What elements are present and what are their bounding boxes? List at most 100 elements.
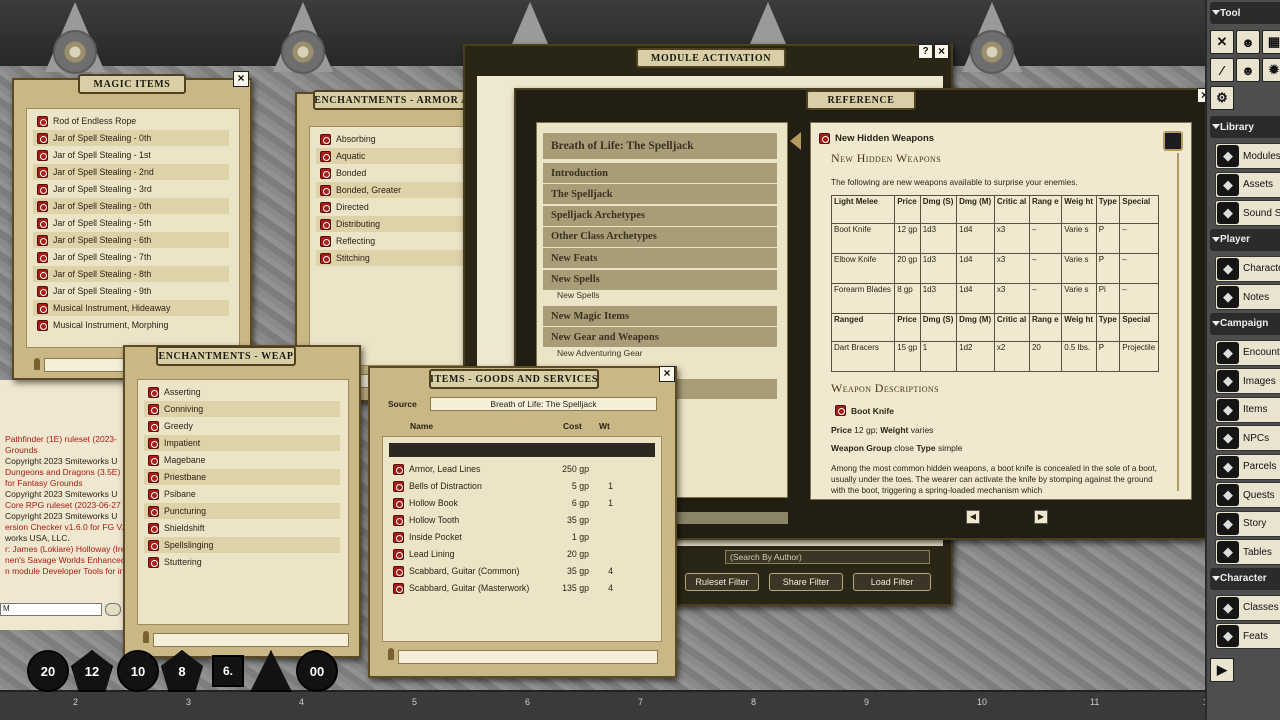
- sidebar-item-modules[interactable]: ◆ Modules: [1215, 143, 1280, 169]
- hotkey-number[interactable]: 5: [412, 697, 417, 707]
- table-row[interactable]: Hollow Tooth 35 gp: [389, 512, 655, 528]
- toc-item[interactable]: Spelljack Archetypes: [543, 205, 777, 226]
- sidebar-item-classes[interactable]: ◆ Classes: [1215, 594, 1280, 621]
- list-item[interactable]: Musical Instrument, Hideaway: [33, 300, 229, 316]
- list-item[interactable]: Conniving: [144, 401, 340, 417]
- hotkey-number[interactable]: 10: [977, 697, 987, 707]
- col-cost-header[interactable]: Cost: [563, 421, 582, 431]
- sidebar-item-items[interactable]: ◆ Items: [1215, 396, 1280, 423]
- chat-mode-button[interactable]: [105, 603, 121, 616]
- enchantments-weapons-window[interactable]: Asserting Conniving Greedy Impatient Mageban…: [123, 345, 361, 658]
- list-item[interactable]: Jar of Spell Stealing - 7th: [33, 249, 229, 265]
- tool-grid-icon[interactable]: ▦: [1262, 30, 1280, 54]
- sidebar-item-npcs[interactable]: ◆ NPCs: [1215, 425, 1280, 451]
- hotkey-number[interactable]: 7: [638, 697, 643, 707]
- list-item[interactable]: Jar of Spell Stealing - 8th: [33, 266, 229, 282]
- next-page-button[interactable]: ▶: [1034, 510, 1048, 524]
- goods-services-window[interactable]: Source Breath of Life: The Spelljack Nam…: [368, 366, 677, 678]
- toc-item[interactable]: The Spelljack: [543, 184, 777, 205]
- tool-settings-icon[interactable]: ⚙: [1210, 86, 1234, 110]
- table-row[interactable]: Armor, Lead Lines 250 gp: [389, 461, 655, 477]
- list-item[interactable]: Asserting: [144, 384, 340, 400]
- table-row[interactable]: Inside Pocket 1 gp: [389, 529, 655, 545]
- list-item[interactable]: Musical Instrument, Morphing: [33, 317, 229, 333]
- tool-lighting-icon[interactable]: ✹: [1262, 58, 1280, 82]
- boot-knife-link[interactable]: Boot Knife: [835, 405, 894, 416]
- sidebar-item-tables[interactable]: ◆ Tables: [1215, 539, 1280, 565]
- list-item[interactable]: Jar of Spell Stealing - 6th: [33, 232, 229, 248]
- hotkey-number[interactable]: 9: [864, 697, 869, 707]
- close-icon[interactable]: ×: [233, 71, 249, 87]
- sidebar-item-feats[interactable]: ◆ Feats: [1215, 623, 1280, 649]
- goods-filter[interactable]: [398, 650, 658, 664]
- tool-crossed-swords-icon[interactable]: ✕: [1210, 30, 1234, 54]
- sidebar-section-character[interactable]: Character: [1210, 567, 1280, 590]
- list-item[interactable]: Jar of Spell Stealing - 1st: [33, 147, 229, 163]
- author-search-input[interactable]: (Search By Author): [725, 550, 930, 564]
- share-filter-button[interactable]: Share Filter: [769, 573, 843, 591]
- table-row[interactable]: Hollow Book 6 gp 1: [389, 495, 655, 511]
- toc-title[interactable]: Breath of Life: The Spelljack: [543, 133, 777, 159]
- list-item[interactable]: Psibane: [144, 486, 340, 502]
- toc-item[interactable]: Introduction: [543, 163, 777, 183]
- toc-item[interactable]: New Gear and Weapons: [543, 327, 777, 347]
- table-row[interactable]: Lead Lining 20 gp: [389, 546, 655, 562]
- sidebar-item-assets[interactable]: ◆ Assets: [1215, 171, 1280, 198]
- toc-item[interactable]: Other Class Archetypes: [543, 226, 777, 247]
- list-item[interactable]: Puncturing: [144, 503, 340, 519]
- table-row[interactable]: Scabbard, Guitar (Common) 35 gp 4: [389, 563, 655, 579]
- hotkey-number[interactable]: 2: [73, 697, 78, 707]
- page-link[interactable]: New Hidden Weapons: [819, 133, 934, 144]
- enchantments-weapons-filter[interactable]: [153, 633, 349, 647]
- sidebar-item-characte[interactable]: ◆ Characte: [1215, 255, 1280, 282]
- collapse-arrow-icon[interactable]: [790, 132, 801, 150]
- hotkey-number[interactable]: 3: [186, 697, 191, 707]
- col-name-header[interactable]: Name: [410, 421, 433, 431]
- list-item[interactable]: Jar of Spell Stealing - 2nd: [33, 164, 229, 180]
- sidebar-section-library[interactable]: Library: [1210, 116, 1280, 138]
- toc-item[interactable]: New Magic Items: [543, 306, 777, 326]
- table-row[interactable]: Bells of Distraction 5 gp 1: [389, 478, 655, 494]
- ruleset-filter-button[interactable]: Ruleset Filter: [685, 573, 759, 591]
- chat-log[interactable]: Pathfinder (1E) ruleset (2023- Grounds Cop…: [0, 380, 135, 630]
- close-icon[interactable]: ×: [934, 44, 949, 59]
- share-window-icon[interactable]: [1163, 131, 1183, 151]
- die-d00-icon[interactable]: 00: [296, 650, 338, 692]
- sidebar-item-sound-s[interactable]: ◆ Sound S: [1215, 200, 1280, 226]
- load-filter-button[interactable]: Load Filter: [853, 573, 931, 591]
- list-item[interactable]: Jar of Spell Stealing - 0th: [33, 198, 229, 214]
- sidebar-item-story[interactable]: ◆ Story: [1215, 510, 1280, 537]
- die-d10-icon[interactable]: 10: [117, 650, 159, 692]
- toc-subitem[interactable]: New Spells: [543, 287, 777, 303]
- page-scrollbar[interactable]: [1177, 153, 1179, 491]
- list-item[interactable]: Rod of Endless Rope: [33, 113, 229, 129]
- die-d20-icon[interactable]: 20: [27, 650, 69, 692]
- sidebar-item-notes[interactable]: ◆ Notes: [1215, 284, 1280, 310]
- sidebar-item-parcels[interactable]: ◆ Parcels: [1215, 453, 1280, 480]
- tool-users-icon[interactable]: ☻: [1236, 58, 1260, 82]
- sidebar-section-campaign[interactable]: Campaign: [1210, 312, 1280, 335]
- tool-wand-icon[interactable]: ∕: [1210, 58, 1234, 82]
- source-field[interactable]: Breath of Life: The Spelljack: [430, 397, 657, 411]
- list-item[interactable]: Magebane: [144, 452, 340, 468]
- die-d6-icon[interactable]: 6.: [212, 655, 244, 687]
- hotkey-number[interactable]: 4: [299, 697, 304, 707]
- list-item[interactable]: Jar of Spell Stealing - 3rd: [33, 181, 229, 197]
- hotkey-number[interactable]: 11: [1090, 697, 1099, 707]
- hotkey-number[interactable]: 6: [525, 697, 530, 707]
- list-item[interactable]: Shieldshift: [144, 520, 340, 536]
- hotkey-number[interactable]: 8: [751, 697, 756, 707]
- sidebar-item-encount[interactable]: ◆ Encount: [1215, 339, 1280, 366]
- list-item[interactable]: Priestbane: [144, 469, 340, 485]
- list-item[interactable]: Spellslinging: [144, 537, 340, 553]
- sidebar-item-quests[interactable]: ◆ Quests: [1215, 482, 1280, 508]
- sidebar-section-tool[interactable]: Tool: [1210, 2, 1280, 24]
- toc-subitem[interactable]: New Adventuring Gear: [543, 345, 777, 361]
- sidebar-item-images[interactable]: ◆ Images: [1215, 368, 1280, 394]
- list-item[interactable]: Impatient: [144, 435, 340, 451]
- magic-items-window[interactable]: Rod of Endless Rope Jar of Spell Stealing…: [12, 78, 252, 380]
- help-icon[interactable]: ?: [918, 44, 933, 59]
- prev-page-button[interactable]: ◀: [966, 510, 980, 524]
- list-item[interactable]: Stuttering: [144, 554, 340, 570]
- list-item[interactable]: Greedy: [144, 418, 340, 434]
